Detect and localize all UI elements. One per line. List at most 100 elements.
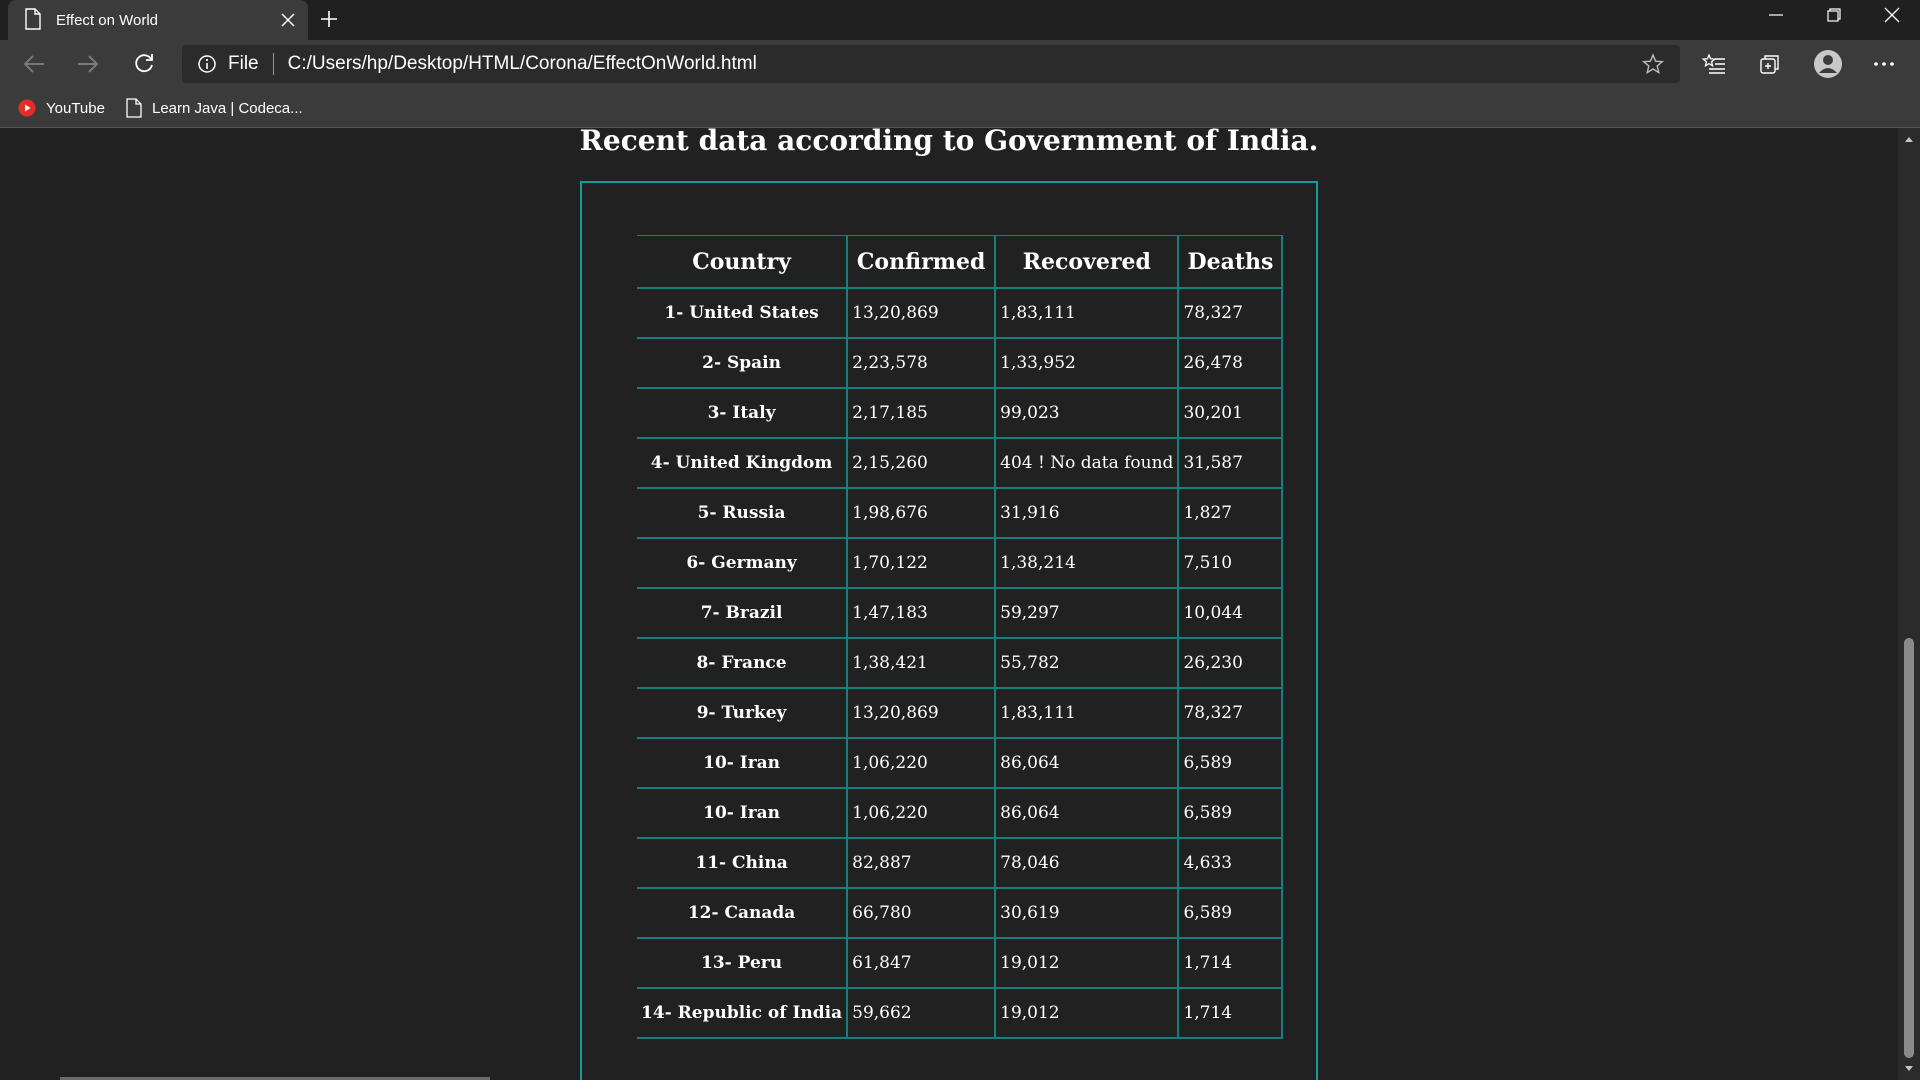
table-header-row: Country Confirmed Recovered Deaths	[637, 235, 1284, 289]
cell-recovered: 78,046	[996, 839, 1180, 889]
star-icon[interactable]	[1638, 49, 1668, 79]
cell-deaths: 1,714	[1179, 989, 1284, 1039]
cell-country: 12- Canada	[637, 889, 849, 939]
cell-recovered: 404 ! No data found	[996, 439, 1180, 489]
more-menu-icon[interactable]	[1864, 48, 1904, 80]
profile-avatar-icon[interactable]	[1808, 48, 1848, 80]
scroll-up-icon[interactable]	[1898, 130, 1920, 148]
cell-country: 10- Iran	[637, 739, 849, 789]
favorites-list-icon[interactable]	[1694, 48, 1734, 80]
cell-confirmed: 2,23,578	[848, 339, 997, 389]
forward-button[interactable]	[70, 48, 106, 80]
table-row: 8- France 1,38,421 55,782 26,230	[637, 639, 1284, 689]
cell-recovered: 59,297	[996, 589, 1180, 639]
table-row: 6- Germany 1,70,122 1,38,214 7,510	[637, 539, 1284, 589]
cell-deaths: 1,714	[1179, 939, 1284, 989]
table-row: 12- Canada 66,780 30,619 6,589	[637, 889, 1284, 939]
cell-confirmed: 66,780	[848, 889, 997, 939]
covid-data-table: Country Confirmed Recovered Deaths 1- Un…	[637, 235, 1284, 1039]
data-table-container: Country Confirmed Recovered Deaths 1- Un…	[580, 181, 1318, 1080]
cell-deaths: 10,044	[1179, 589, 1284, 639]
header-confirmed: Confirmed	[848, 235, 997, 289]
cell-country: 5- Russia	[637, 489, 849, 539]
cell-deaths: 6,589	[1179, 739, 1284, 789]
cell-deaths: 6,589	[1179, 789, 1284, 839]
cell-deaths: 31,587	[1179, 439, 1284, 489]
header-country: Country	[637, 235, 849, 289]
cell-deaths: 78,327	[1179, 289, 1284, 339]
table-row: 4- United Kingdom 2,15,260 404 ! No data f…	[637, 439, 1284, 489]
cell-recovered: 99,023	[996, 389, 1180, 439]
favorite-learn-java[interactable]: Learn Java | Codeca...	[126, 96, 303, 120]
cell-country: 2- Spain	[637, 339, 849, 389]
cell-country: 11- China	[637, 839, 849, 889]
cell-confirmed: 82,887	[848, 839, 997, 889]
cell-confirmed: 2,17,185	[848, 389, 997, 439]
cell-country: 7- Brazil	[637, 589, 849, 639]
close-tab-icon[interactable]	[274, 6, 302, 34]
close-window-button[interactable]	[1864, 0, 1920, 30]
cell-confirmed: 13,20,869	[848, 289, 997, 339]
back-button[interactable]	[16, 48, 52, 80]
navigation-toolbar: File C:/Users/hp/Desktop/HTML/Corona/Eff…	[0, 40, 1920, 88]
cell-deaths: 26,230	[1179, 639, 1284, 689]
cell-deaths: 78,327	[1179, 689, 1284, 739]
cell-country: 8- France	[637, 639, 849, 689]
cell-country: 1- United States	[637, 289, 849, 339]
info-icon[interactable]	[196, 53, 218, 75]
scrollbar-thumb[interactable]	[1904, 638, 1914, 1058]
cell-recovered: 19,012	[996, 939, 1180, 989]
cell-confirmed: 61,847	[848, 939, 997, 989]
cell-deaths: 30,201	[1179, 389, 1284, 439]
browser-tab[interactable]: Effect on World	[8, 0, 308, 40]
tab-title: Effect on World	[56, 11, 158, 29]
cell-confirmed: 1,70,122	[848, 539, 997, 589]
cell-confirmed: 59,662	[848, 989, 997, 1039]
table-row: 2- Spain 2,23,578 1,33,952 26,478	[637, 339, 1284, 389]
address-url[interactable]: C:/Users/hp/Desktop/HTML/Corona/EffectOn…	[288, 53, 1638, 75]
table-row: 11- China 82,887 78,046 4,633	[637, 839, 1284, 889]
cell-country: 4- United Kingdom	[637, 439, 849, 489]
cell-confirmed: 1,47,183	[848, 589, 997, 639]
page-icon	[24, 8, 44, 32]
cell-deaths: 1,827	[1179, 489, 1284, 539]
cell-recovered: 1,33,952	[996, 339, 1180, 389]
table-row: 1- United States 13,20,869 1,83,111 78,327	[637, 289, 1284, 339]
cell-confirmed: 1,06,220	[848, 789, 997, 839]
cell-country: 14- Republic of India	[637, 989, 849, 1039]
cell-deaths: 7,510	[1179, 539, 1284, 589]
favorite-youtube[interactable]: YouTube	[18, 96, 105, 120]
cell-recovered: 55,782	[996, 639, 1180, 689]
cell-recovered: 19,012	[996, 989, 1180, 1039]
restore-button[interactable]	[1806, 0, 1862, 30]
refresh-button[interactable]	[126, 48, 162, 80]
cell-country: 3- Italy	[637, 389, 849, 439]
new-tab-button[interactable]	[314, 4, 344, 34]
cell-confirmed: 1,38,421	[848, 639, 997, 689]
cell-country: 6- Germany	[637, 539, 849, 589]
page-heading: Recent data according to Government of I…	[579, 128, 1319, 157]
vertical-scrollbar[interactable]	[1898, 128, 1920, 1080]
cell-deaths: 26,478	[1179, 339, 1284, 389]
cell-confirmed: 1,06,220	[848, 739, 997, 789]
cell-recovered: 30,619	[996, 889, 1180, 939]
minimize-button[interactable]	[1748, 0, 1804, 30]
favorite-label: Learn Java | Codeca...	[152, 99, 303, 117]
cell-recovered: 86,064	[996, 789, 1180, 839]
collections-icon[interactable]	[1750, 48, 1790, 80]
cell-deaths: 6,589	[1179, 889, 1284, 939]
address-separator	[272, 53, 274, 75]
table-row: 14- Republic of India 59,662 19,012 1,714	[637, 989, 1284, 1039]
address-scheme-label: File	[228, 53, 259, 74]
cell-confirmed: 13,20,869	[848, 689, 997, 739]
table-row: 5- Russia 1,98,676 31,916 1,827	[637, 489, 1284, 539]
scroll-down-icon[interactable]	[1898, 1060, 1920, 1078]
table-row: 10- Iran 1,06,220 86,064 6,589	[637, 739, 1284, 789]
cell-recovered: 1,38,214	[996, 539, 1180, 589]
address-bar[interactable]: File C:/Users/hp/Desktop/HTML/Corona/Eff…	[182, 45, 1680, 83]
page-icon	[126, 98, 142, 118]
favorite-label: YouTube	[46, 99, 105, 117]
cell-confirmed: 1,98,676	[848, 489, 997, 539]
cell-recovered: 1,83,111	[996, 689, 1180, 739]
header-recovered: Recovered	[996, 235, 1180, 289]
